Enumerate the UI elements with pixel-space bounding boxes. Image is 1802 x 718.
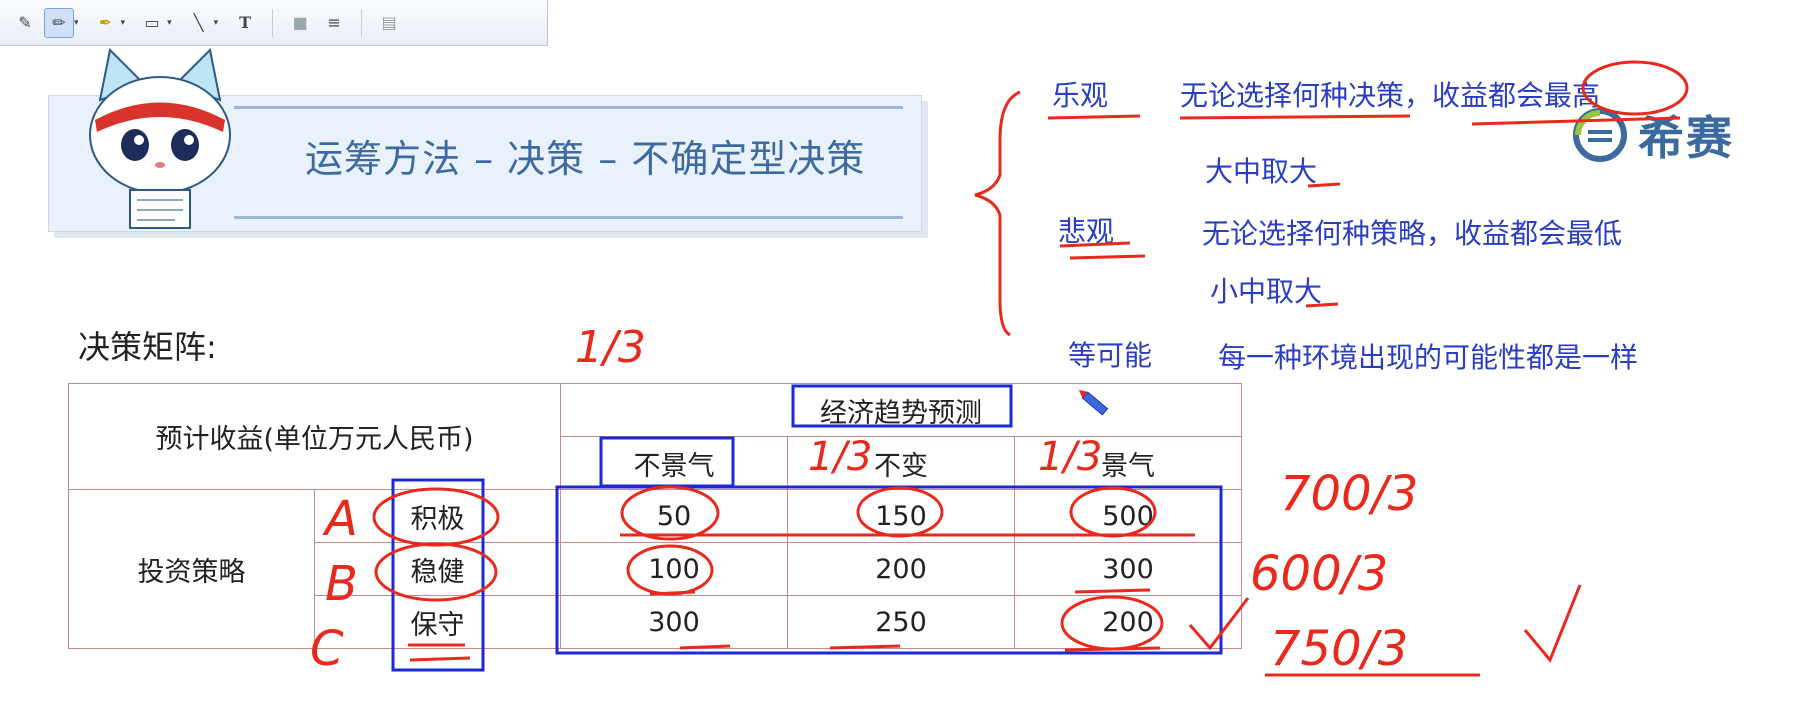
logo-mark-icon <box>1573 108 1627 162</box>
pen-dropdown-icon[interactable]: ▾ <box>74 18 79 28</box>
text-icon[interactable]: T <box>230 8 260 38</box>
row-group-label: 投资策略 <box>68 489 315 649</box>
table-cell: 300 <box>1014 542 1242 596</box>
rectangle-icon[interactable]: ▭ <box>137 8 167 38</box>
col-header: 景气 <box>1014 436 1242 490</box>
toolbar-divider <box>272 8 274 37</box>
table-cell: 250 <box>787 595 1015 649</box>
hand-result-b: 600/3 <box>1250 546 1388 602</box>
decision-matrix: 预计收益(单位万元人民币) 经济趋势预测 不景气 不变 景气 投资策略 积极 5… <box>68 383 1242 649</box>
row-name: 积极 <box>314 489 561 543</box>
pessimistic-desc: 无论选择何种策略，收益都会最低 <box>1202 217 1623 250</box>
logo-text: 希赛 <box>1638 111 1734 165</box>
ink-underline <box>1047 114 1141 120</box>
table-cell: 150 <box>787 489 1015 543</box>
hand-prob-main: 1/3 <box>575 322 646 373</box>
highlighter-dropdown-icon[interactable]: ▾ <box>121 18 126 28</box>
optimistic-label: 乐观 <box>1052 79 1109 112</box>
toolbar-divider <box>361 8 363 37</box>
hand-result-c: 750/3 <box>1270 621 1408 677</box>
highlighter-icon[interactable]: ✒ <box>91 8 121 38</box>
ink-underline <box>1179 114 1411 120</box>
table-cell: 200 <box>787 542 1015 596</box>
row-name: 稳健 <box>314 542 561 596</box>
pessimistic-label: 悲观 <box>1058 215 1115 248</box>
clear-icon[interactable]: ▤ <box>374 8 404 38</box>
table-cell: 50 <box>560 489 788 543</box>
corner-label: 预计收益(单位万元人民币) <box>68 383 561 490</box>
slide-title: 运筹方法 – 决策 – 不确定型决策 <box>305 137 866 181</box>
section-label: 决策矩阵: <box>78 328 217 366</box>
fill-color-icon[interactable]: ■ <box>285 8 315 38</box>
rectangle-dropdown-icon[interactable]: ▾ <box>167 18 172 28</box>
note-icon[interactable]: ✎ <box>10 8 40 38</box>
pen-icon[interactable]: ✏ <box>44 7 74 38</box>
col-header: 不变 <box>787 436 1015 490</box>
line-width-icon[interactable]: ≡ <box>319 8 349 38</box>
group-header: 经济趋势预测 <box>560 383 1242 437</box>
ink-check <box>1523 584 1582 663</box>
optimistic-desc: 无论选择何种决策，收益都会最高 <box>1180 79 1601 112</box>
line-icon[interactable]: ╲ <box>184 8 214 38</box>
row-name: 保守 <box>314 595 561 649</box>
col-header: 不景气 <box>560 436 788 490</box>
table-cell: 200 <box>1014 595 1242 649</box>
table-cell: 300 <box>560 595 788 649</box>
hand-result-a: 700/3 <box>1280 466 1418 522</box>
equal-label: 等可能 <box>1068 339 1153 372</box>
equal-desc: 每一种环境出现的可能性都是一样 <box>1218 341 1639 374</box>
optimistic-rule: 大中取大 <box>1205 155 1318 188</box>
pessimistic-rule: 小中取大 <box>1210 275 1323 308</box>
table-cell: 100 <box>560 542 788 596</box>
cat-mascot-icon <box>89 47 231 229</box>
ink-brace <box>974 90 1021 337</box>
line-dropdown-icon[interactable]: ▾ <box>214 18 219 28</box>
table-cell: 500 <box>1014 489 1242 543</box>
